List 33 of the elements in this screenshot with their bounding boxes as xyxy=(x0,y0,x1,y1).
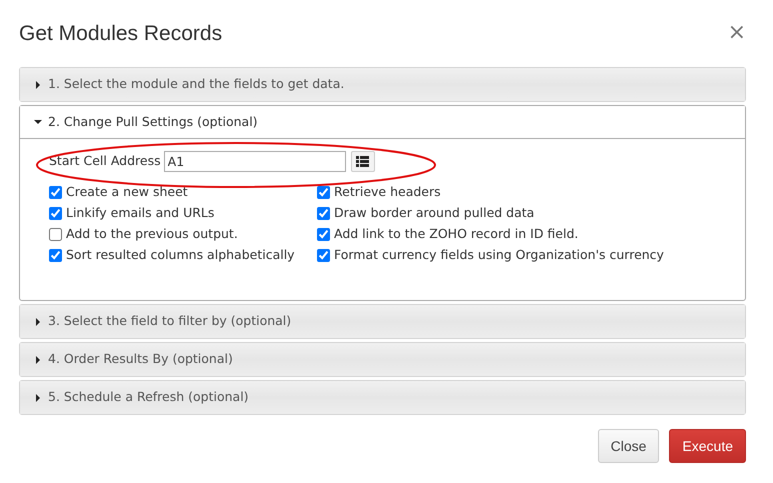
close-button[interactable]: Close xyxy=(598,429,660,463)
checkbox[interactable] xyxy=(317,228,330,240)
caret-right-icon xyxy=(34,80,42,88)
checkbox-label: Linkify emails and URLs xyxy=(66,205,214,221)
checkbox[interactable] xyxy=(317,206,330,220)
checkbox[interactable] xyxy=(49,248,62,262)
execute-button[interactable]: Execute xyxy=(669,429,746,463)
caret-right-icon xyxy=(34,394,42,402)
checkbox-label: Add link to the ZOHO record in ID field. xyxy=(334,226,578,242)
checkbox[interactable] xyxy=(317,248,330,262)
close-button[interactable]: × xyxy=(728,22,746,44)
checkbox-label: Create a new sheet xyxy=(66,184,188,200)
checkbox-label: Sort resulted columns alphabetically xyxy=(66,247,295,263)
cell-address-field[interactable]: A1 xyxy=(164,151,346,172)
section-header[interactable]: 5. Schedule a Refresh (optional) xyxy=(20,381,745,414)
checkbox[interactable] xyxy=(49,206,62,220)
checkbox-label: Draw border around pulled data xyxy=(334,205,534,221)
dialog-title: Get Modules Records xyxy=(19,20,222,46)
section-header[interactable]: 1. Select the module and the fields to get data. xyxy=(20,68,745,101)
checkbox[interactable] xyxy=(317,186,330,198)
list-button[interactable] xyxy=(350,151,375,172)
caret-down-icon xyxy=(34,118,42,126)
checkbox-label: Retrieve headers xyxy=(334,184,441,200)
caret-right-icon xyxy=(34,356,42,364)
checkbox-label: Add to the previous output. xyxy=(66,226,238,242)
checkbox[interactable] xyxy=(49,228,62,240)
list-icon xyxy=(356,156,370,167)
checkbox[interactable] xyxy=(49,186,62,198)
section-header[interactable]: 4. Order Results By (optional) xyxy=(20,343,745,376)
caret-right-icon xyxy=(34,318,42,326)
checkbox-label: Format currency fields using Organization's currency xyxy=(334,247,664,263)
section-header[interactable]: 3. Select the field to filter by (optional) xyxy=(20,305,745,338)
section-header[interactable]: 2. Change Pull Settings (optional) xyxy=(20,106,745,139)
